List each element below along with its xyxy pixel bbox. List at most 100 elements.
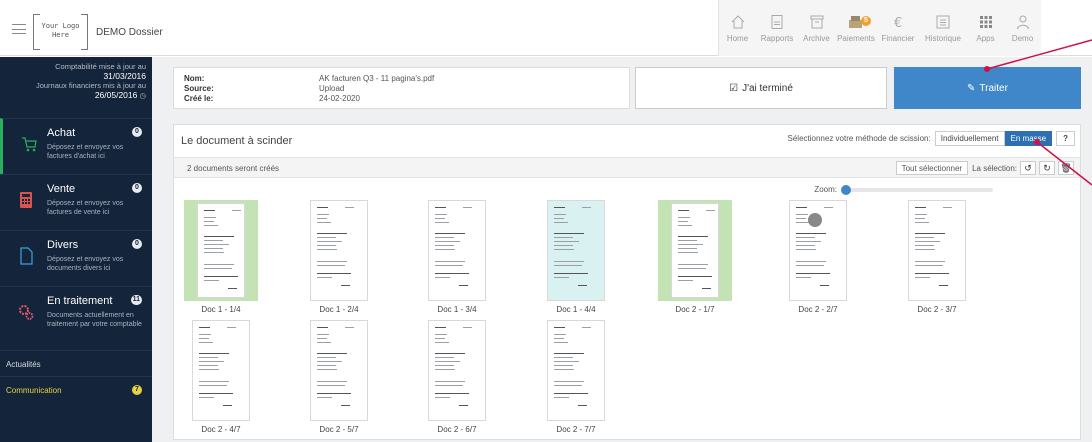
page-thumbnail[interactable]: Doc 1 - 1/4 — [184, 200, 258, 314]
page-label: Doc 1 - 1/4 — [201, 305, 241, 314]
nav-historique[interactable]: Historique — [919, 0, 967, 56]
page-label: Doc 2 - 2/7 — [798, 305, 838, 314]
page-label: Doc 2 - 1/7 — [675, 305, 715, 314]
nav-user[interactable]: Demo — [1004, 0, 1041, 56]
nav-archive-label: Archive — [803, 33, 830, 43]
page-text-line — [317, 338, 327, 339]
page-text-line — [435, 334, 447, 335]
page-text-line — [435, 214, 447, 215]
page-thumbnail[interactable]: Doc 1 - 4/4 — [539, 200, 613, 314]
page-text-line — [435, 241, 460, 242]
nav-rapports[interactable]: Rapports — [756, 0, 798, 56]
method-bulk-button[interactable]: En masse — [1004, 131, 1053, 146]
page-preview — [192, 320, 250, 421]
page-text-line — [939, 285, 948, 286]
page-text-line — [204, 248, 223, 249]
page-text-line — [796, 249, 816, 250]
page-label: Doc 1 - 3/4 — [437, 305, 477, 314]
page-thumbnail[interactable]: Doc 2 - 7/7 — [539, 320, 613, 434]
page-text-line — [915, 222, 929, 223]
page-text-line — [435, 385, 463, 386]
page-text-line — [199, 357, 218, 358]
nom-value: AK facturen Q3 - 11 pagina's.pdf — [319, 74, 435, 83]
page-preview — [310, 320, 368, 421]
trash-icon[interactable]: 🗑 — [1058, 161, 1074, 175]
page-text-line — [554, 233, 584, 234]
rotate-right-icon[interactable]: ↻ — [1039, 161, 1055, 175]
sidebar-link-actualites[interactable]: Actualités — [0, 350, 152, 376]
checkbox-icon: ☑ — [729, 82, 739, 94]
sidebar-item-divers[interactable]: Divers Déposez et envoyez vos documents … — [0, 230, 152, 286]
page-text-line — [915, 207, 926, 208]
nav-archive[interactable]: Archive — [798, 0, 835, 56]
page-text-line — [317, 222, 331, 223]
communication-label: Communication — [6, 386, 62, 395]
dossier-name[interactable]: DEMO Dossier — [96, 27, 163, 38]
page-text-line — [435, 381, 465, 382]
select-all-button[interactable]: Tout sélectionner — [895, 161, 969, 175]
page-text-line — [317, 261, 347, 262]
hamburger-menu-icon[interactable] — [12, 24, 26, 34]
zoom-slider[interactable] — [841, 184, 993, 195]
rotate-left-icon[interactable]: ↺ — [1020, 161, 1036, 175]
page-text-line — [341, 405, 350, 406]
page-thumbnail[interactable]: Doc 2 - 4/7 — [184, 320, 258, 434]
page-thumbnail[interactable]: Doc 1 - 2/4 — [302, 200, 376, 314]
page-text-line — [435, 342, 449, 343]
help-button[interactable]: ? — [1056, 131, 1075, 146]
page-text-line — [554, 369, 574, 370]
sidebar-link-communication[interactable]: Communication 7 — [0, 376, 152, 402]
nav-financier[interactable]: € Financier — [877, 0, 919, 56]
page-preview — [197, 203, 245, 298]
page-text-line — [199, 369, 219, 370]
zoom-control: Zoom: — [814, 184, 993, 195]
sidebar-item-achat[interactable]: Achat Déposez et envoyez vos factures d'… — [0, 118, 152, 174]
page-thumbnail[interactable]: Doc 2 - 6/7 — [420, 320, 494, 434]
page-text-line — [317, 277, 332, 278]
done-button[interactable]: ☑ J'ai terminé — [635, 67, 887, 109]
page-text-line — [796, 273, 830, 274]
sidebar-item-vente[interactable]: Vente Déposez et envoyez vos factures de… — [0, 174, 152, 230]
page-thumbnail[interactable]: Doc 1 - 3/4 — [420, 200, 494, 314]
page-preview — [428, 320, 486, 421]
sidebar-item-desc: Déposez et envoyez vos documents divers … — [47, 256, 124, 272]
page-text-line — [459, 405, 468, 406]
page-text-line — [554, 249, 574, 250]
nav-home[interactable]: Home — [719, 0, 756, 56]
page-preview — [789, 200, 847, 301]
page-label: Doc 2 - 5/7 — [319, 425, 359, 434]
sidebar-item-en-traitement[interactable]: En traitement Documents actuellement en … — [0, 286, 152, 350]
page-thumbnail[interactable]: Doc 2 - 2/7 — [781, 200, 855, 314]
page-text-line — [678, 217, 690, 218]
page-text-line — [204, 236, 234, 237]
page-text-line — [317, 218, 327, 219]
sidebar-badge: 11 — [130, 295, 142, 305]
page-text-line — [678, 248, 697, 249]
method-individual-button[interactable]: Individuellement — [934, 131, 1005, 146]
page-text-line — [199, 381, 229, 382]
page-thumbnail[interactable]: Doc 2 - 3/7 — [900, 200, 974, 314]
page-text-line — [582, 327, 591, 328]
page-thumbnail[interactable]: Doc 2 - 5/7 — [302, 320, 376, 434]
page-text-line — [199, 327, 210, 328]
traiter-label: Traiter — [979, 82, 1008, 94]
page-thumbnail[interactable]: Doc 2 - 1/7 — [658, 200, 732, 314]
nav-paiements-label: Paiements — [837, 33, 875, 43]
logo-line2: Here — [52, 31, 69, 39]
nav-paiements[interactable]: 5 Paiements — [835, 0, 877, 56]
source-label: Source: — [184, 84, 214, 93]
zoom-slider-handle[interactable] — [841, 184, 851, 195]
page-text-line — [317, 237, 336, 238]
page-text-line — [317, 357, 336, 358]
nav-apps[interactable]: Apps — [967, 0, 1004, 56]
page-text-line — [915, 233, 945, 234]
page-text-line — [204, 244, 229, 245]
page-text-line — [435, 222, 449, 223]
page-text-line — [582, 207, 591, 208]
page-text-line — [435, 365, 454, 366]
page-text-line — [317, 273, 351, 274]
traiter-button[interactable]: ✎ Traiter — [894, 67, 1081, 109]
sidebar-item-title: En traitement — [47, 295, 113, 307]
page-text-line — [796, 218, 806, 219]
page-text-line — [435, 249, 455, 250]
